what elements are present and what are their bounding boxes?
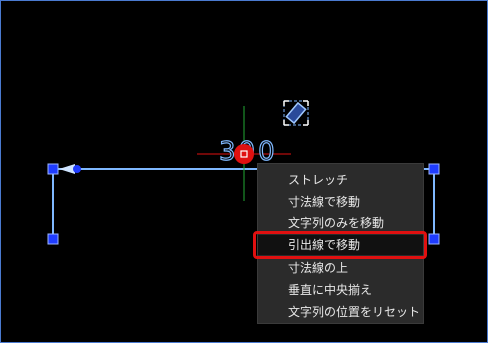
menu-item-center-vertically[interactable]: 垂直に中央揃え (258, 280, 423, 300)
menu-item-stretch[interactable]: ストレッチ (258, 170, 423, 190)
grip-left-bottom[interactable] (47, 233, 59, 245)
grip-right-bottom[interactable] (428, 233, 440, 245)
drawing-viewport[interactable]: 300 ストレッチ 寸法線で移動 文字列のみを移動 引出線で移動 寸法線の上 垂… (0, 0, 488, 343)
menu-item-above-dim-line[interactable]: 寸法線の上 (258, 258, 423, 278)
grip-left-top[interactable] (47, 163, 59, 175)
left-arrowhead (59, 164, 75, 174)
callout-highlight (253, 231, 427, 259)
text-grip-icon[interactable] (233, 143, 255, 165)
move-text-icon[interactable] (283, 100, 309, 126)
grip-right-top[interactable] (428, 163, 440, 175)
left-arrow-grip[interactable] (73, 165, 81, 173)
menu-item-reset-text-position[interactable]: 文字列の位置をリセット (258, 302, 423, 322)
menu-item-move-text-only[interactable]: 文字列のみを移動 (258, 213, 423, 233)
menu-item-move-with-dim-line[interactable]: 寸法線で移動 (258, 192, 423, 212)
